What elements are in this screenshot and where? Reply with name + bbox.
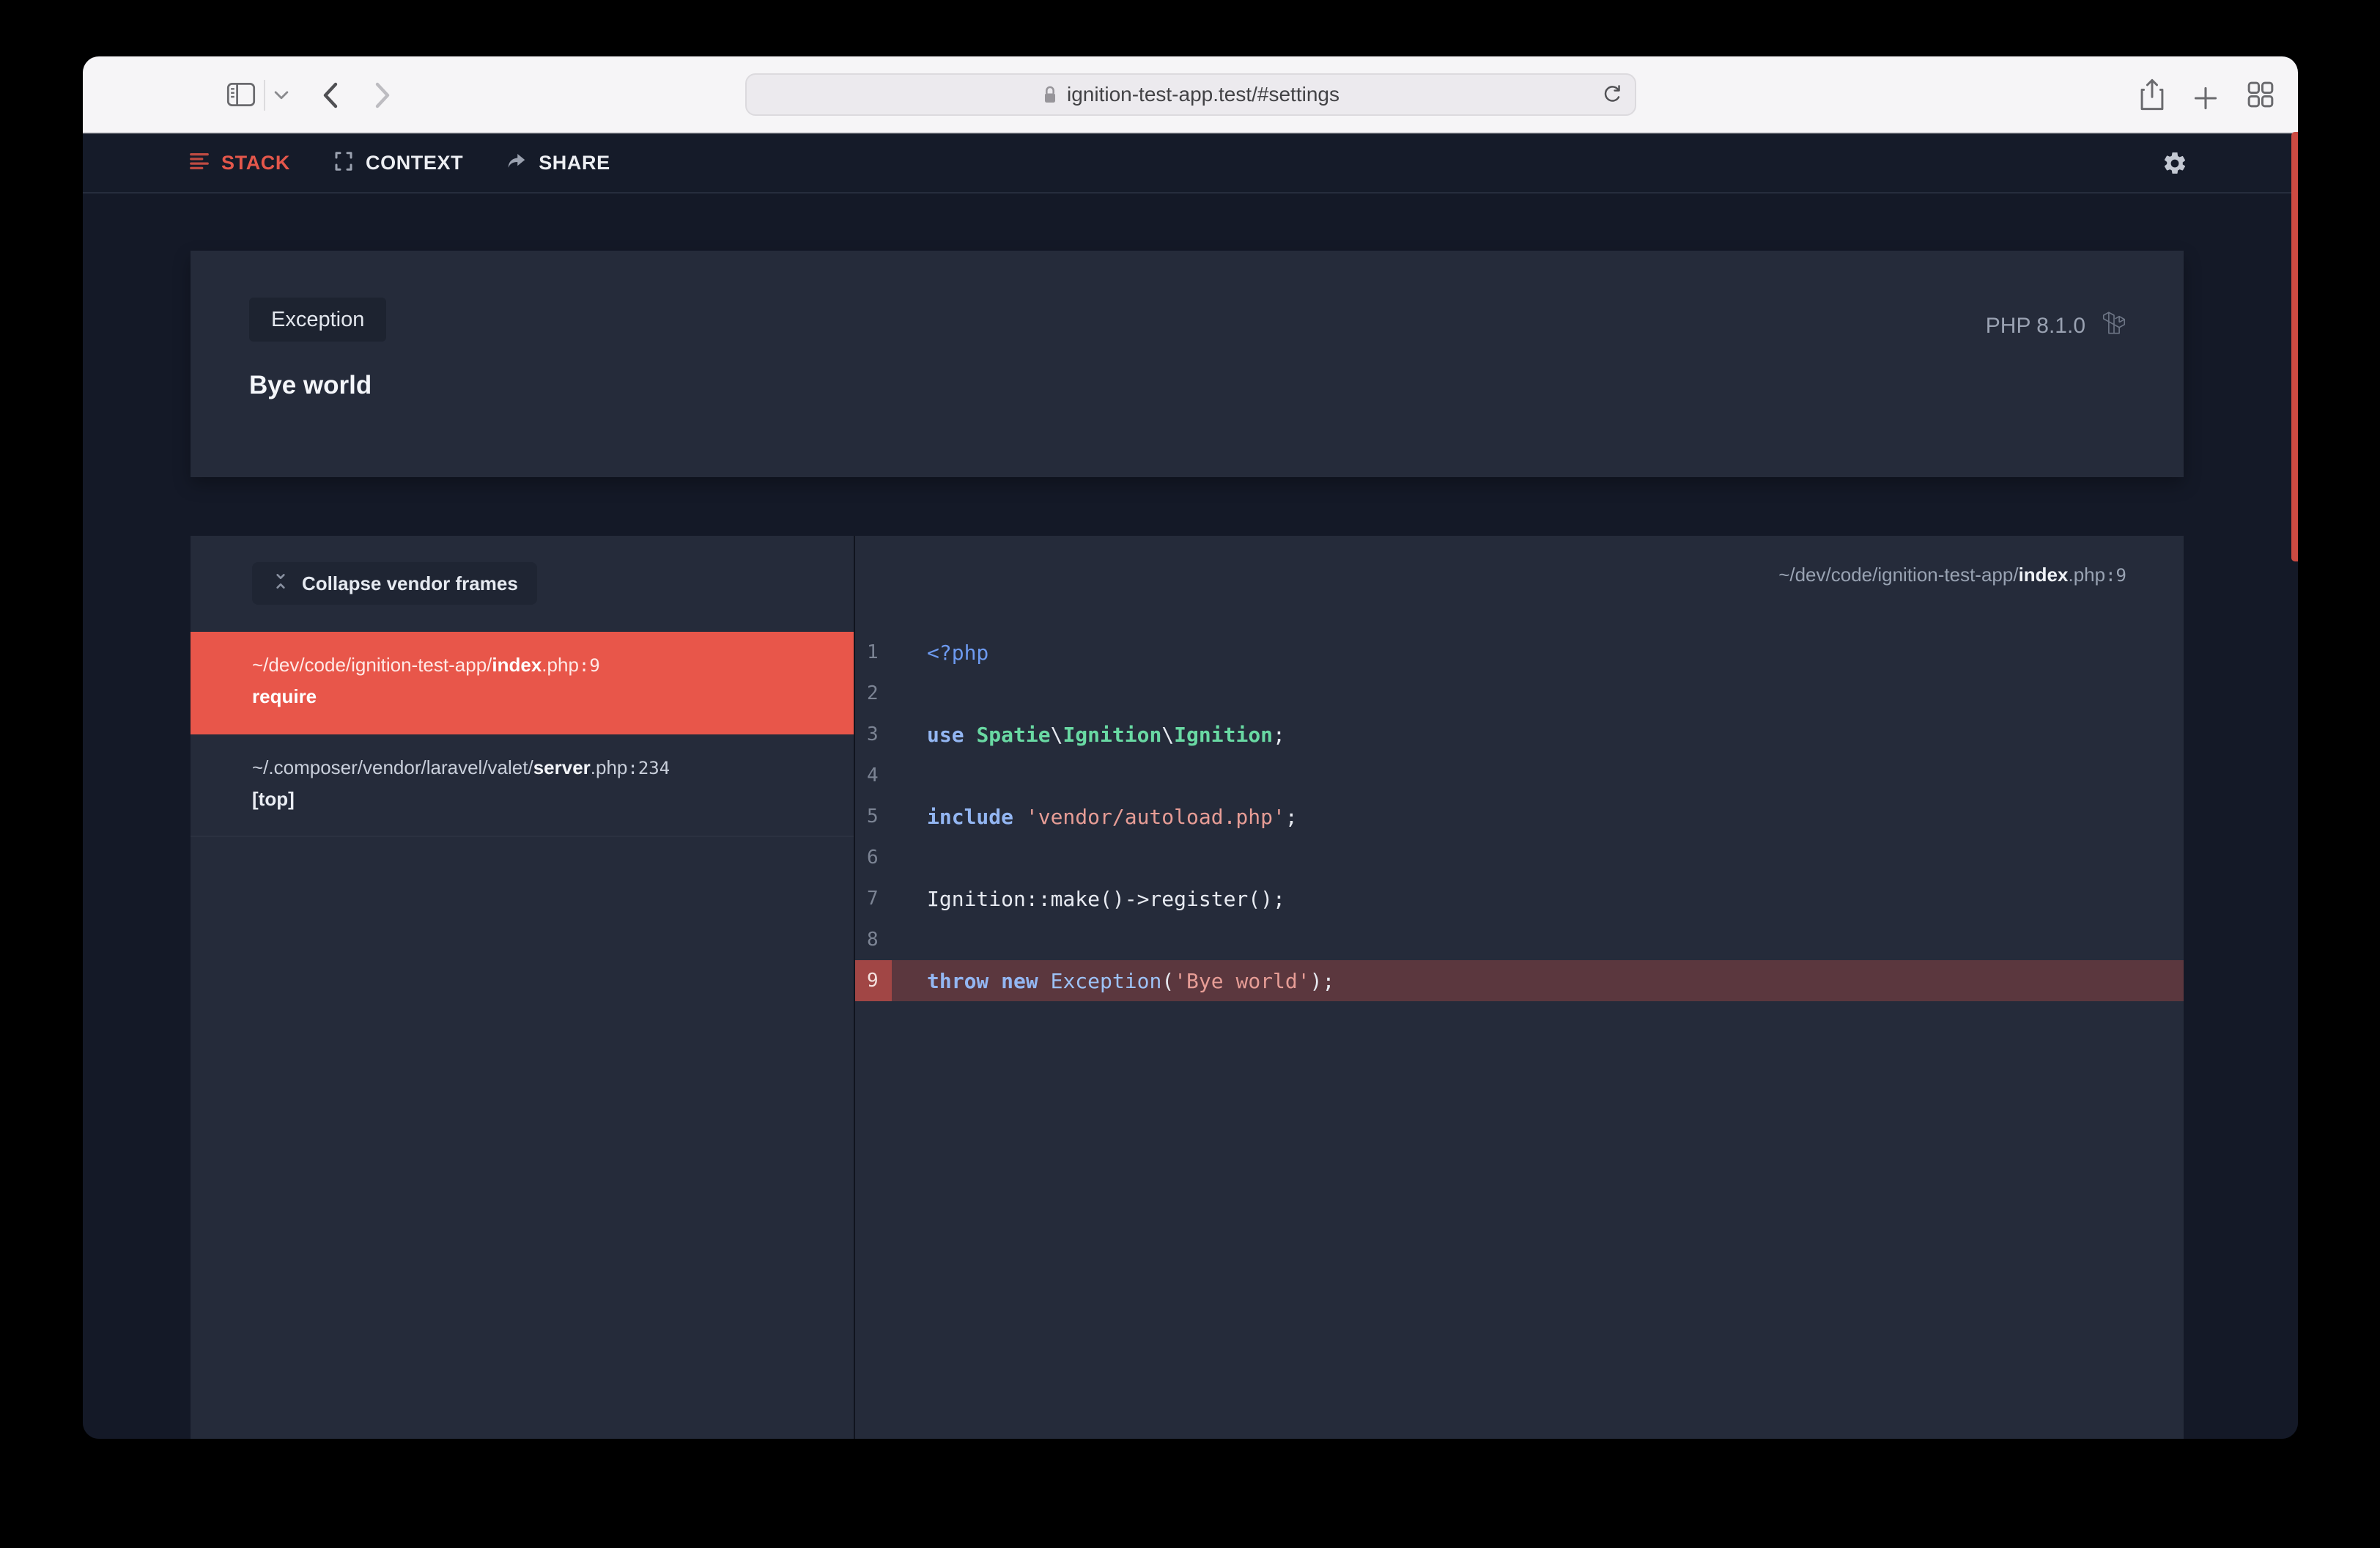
error-page: Exception Bye world PHP 8.1.0 [83,194,2298,1439]
line-number: 2 [855,673,892,714]
tab-context-label: CONTEXT [366,152,463,174]
code-editor: 1 <?php 2 3 use Spatie\Ignition\Ignition… [855,632,2184,1001]
tab-share-label: SHARE [539,152,610,174]
context-frame-icon [333,150,355,176]
laravel-logo-icon [2100,309,2128,342]
ignition-navbar: STACK CONTEXT SHARE [83,133,2298,194]
tab-context[interactable]: CONTEXT [333,150,463,176]
stack-trace-layout: Collapse vendor frames ~/dev/code/igniti… [191,536,2184,1439]
toolbar-divider [264,80,265,111]
code-line-3: 3 use Spatie\Ignition\Ignition; [855,714,2184,755]
screenshot-root: { "browser": { "url_text": "ignition-tes… [0,0,2380,1548]
frame-item-server-php[interactable]: ~/.composer/vendor/laravel/valet/server.… [191,734,854,837]
sidebar-chevron-down-icon[interactable] [273,89,289,100]
code-line-9-highlighted: 9 throw new Exception('Bye world'); [855,960,2184,1001]
php-version-chip: PHP 8.1.0 [1986,309,2128,342]
lock-icon [1042,84,1058,105]
address-bar[interactable]: ignition-test-app.test/#settings [745,73,1636,116]
url-text: ignition-test-app.test/#settings [1067,83,1339,106]
share-arrow-icon [506,150,528,176]
sidebar-toggle-icon[interactable] [226,81,256,108]
line-number: 6 [855,837,892,878]
new-tab-icon[interactable] [2193,86,2218,111]
browser-toolbar: ignition-test-app.test/#settings [83,56,2298,133]
tab-share[interactable]: SHARE [506,150,610,176]
code-file-path: ~/dev/code/ignition-test-app/index.php:9 [1778,564,2126,586]
line-number: 7 [855,878,892,919]
code-line-4: 4 [855,755,2184,796]
collapse-vendor-frames-button[interactable]: Collapse vendor frames [252,562,537,605]
code-line-5: 5 include 'vendor/autoload.php'; [855,796,2184,837]
stack-list-icon [188,150,210,176]
tab-stack[interactable]: STACK [188,150,290,176]
forward-button-icon[interactable] [374,81,392,109]
line-number: 9 [855,960,892,1001]
frames-list: ~/dev/code/ignition-test-app/index.php:9… [191,632,854,837]
line-number: 5 [855,796,892,837]
code-line-7: 7 Ignition::make()->register(); [855,878,2184,919]
code-line-6: 6 [855,837,2184,878]
exception-message: Bye world [249,371,372,400]
frame-path: ~/dev/code/ignition-test-app/index.php:9 [252,654,832,677]
exception-card: Exception Bye world PHP 8.1.0 [191,251,2184,477]
frame-method: [top] [252,788,832,811]
tab-stack-label: STACK [221,152,290,174]
line-number: 1 [855,632,892,673]
php-version-label: PHP 8.1.0 [1986,314,2085,339]
code-line-1: 1 <?php [855,632,2184,673]
tab-overview-icon[interactable] [2246,80,2275,109]
frame-method: require [252,685,832,708]
code-line-2: 2 [855,673,2184,714]
frame-item-index-php[interactable]: ~/dev/code/ignition-test-app/index.php:9… [191,632,854,734]
reload-icon[interactable] [1601,81,1623,108]
line-number: 8 [855,919,892,960]
collapse-label: Collapse vendor frames [302,572,518,595]
frame-path: ~/.composer/vendor/laravel/valet/server.… [252,756,832,779]
settings-gear-icon[interactable] [2162,150,2188,180]
code-snippet-panel: ~/dev/code/ignition-test-app/index.php:9… [855,536,2184,1439]
stack-frames-panel: Collapse vendor frames ~/dev/code/igniti… [191,536,854,1439]
back-button-icon[interactable] [321,81,339,109]
browser-window: ignition-test-app.test/#settings [83,56,2298,1439]
collapse-icon [271,572,290,596]
line-number: 3 [855,714,892,755]
exception-class-badge: Exception [249,298,386,342]
line-number: 4 [855,755,892,796]
code-line-8: 8 [855,919,2184,960]
page-scrollbar[interactable] [2291,132,2298,561]
share-page-icon[interactable] [2139,78,2165,111]
